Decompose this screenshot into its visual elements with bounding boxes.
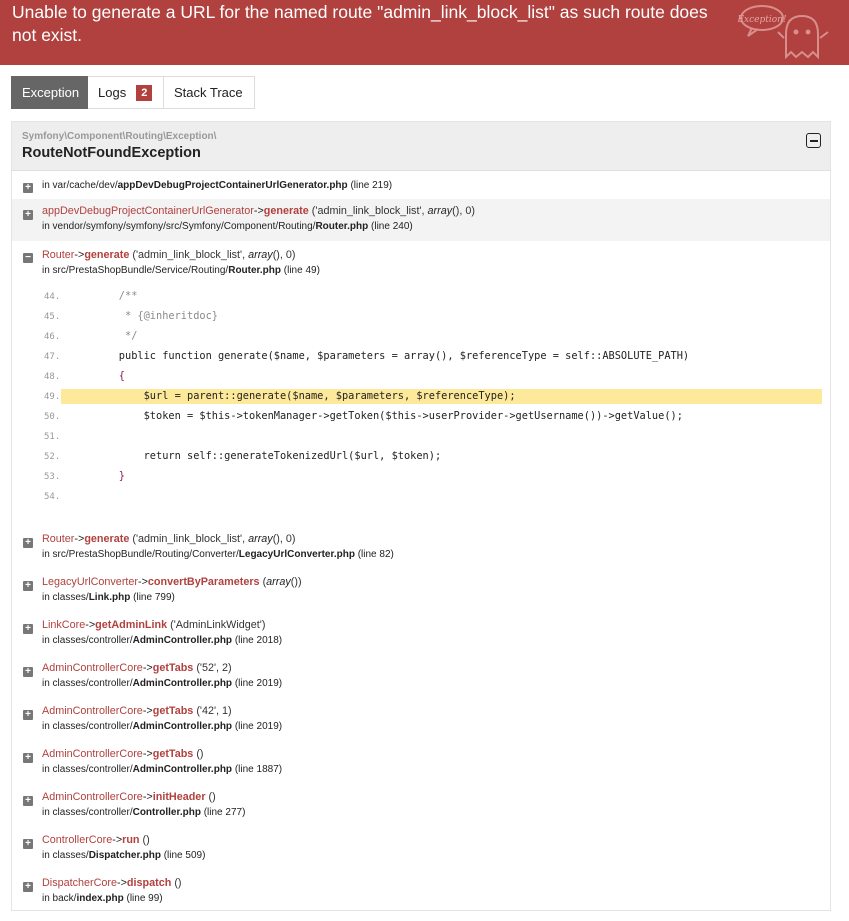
expand-icon[interactable]: +: [23, 710, 33, 720]
trace-call: AdminControllerCore->initHeader (): [42, 791, 216, 803]
trace-item: + AdminControllerCore->getTabs () in cla…: [12, 741, 830, 781]
trace-location: in classes/Dispatcher.php (line 509): [42, 850, 206, 861]
code-line: 46. */: [44, 330, 138, 342]
exception-namespace: Symfony\Component\Routing\Exception\: [22, 131, 217, 142]
tab-exception[interactable]: Exception: [11, 76, 88, 109]
trace-location: in classes/controller/AdminController.ph…: [42, 678, 283, 689]
code-line: 51.: [44, 432, 61, 442]
trace-call: Router->generate ('admin_link_block_list…: [42, 533, 296, 545]
code-line: 50. $token = $this->tokenManager->getTok…: [44, 410, 683, 422]
code-line: 45. * {@inheritdoc}: [44, 310, 218, 322]
exception-panel: Symfony\Component\Routing\Exception\ Rou…: [11, 121, 831, 911]
tab-logs[interactable]: Logs 2: [88, 76, 164, 109]
trace-item: + ControllerCore->run () in classes/Disp…: [12, 827, 830, 867]
trace-location: in src/PrestaShopBundle/Service/Routing/…: [42, 265, 320, 276]
trace-item-expanded: − Router->generate ('admin_link_block_li…: [12, 243, 830, 283]
trace-location: in classes/controller/AdminController.ph…: [42, 635, 283, 646]
exception-header: Symfony\Component\Routing\Exception\ Rou…: [12, 122, 830, 171]
trace-call: AdminControllerCore->getTabs ('52', 2): [42, 662, 232, 674]
trace-item: + Router->generate ('admin_link_block_li…: [12, 526, 830, 566]
ghost-label: Exception!: [738, 15, 787, 25]
trace-location: in vendor/symfony/symfony/src/Symfony/Co…: [42, 221, 413, 232]
trace-call: AdminControllerCore->getTabs (): [42, 748, 204, 760]
tab-bar: Exception Logs 2 Stack Trace: [11, 76, 255, 109]
trace-location: in var/cache/dev/appDevDebugProjectConta…: [42, 180, 393, 191]
tab-logs-label: Logs: [98, 85, 127, 100]
expand-icon[interactable]: +: [23, 796, 33, 806]
trace-call: Router->generate ('admin_link_block_list…: [42, 249, 296, 261]
trace-item: + DispatcherCore->dispatch () in back/in…: [12, 870, 830, 910]
code-line: 48. {: [44, 370, 125, 382]
tab-stack-trace-label: Stack Trace: [174, 85, 243, 100]
trace-call: LegacyUrlConverter->convertByParameters …: [42, 576, 302, 588]
trace-location: in classes/controller/AdminController.ph…: [42, 764, 283, 775]
trace-call: LinkCore->getAdminLink ('AdminLinkWidget…: [42, 619, 266, 631]
trace-location: in classes/Link.php (line 799): [42, 592, 175, 603]
trace-call: AdminControllerCore->getTabs ('42', 1): [42, 705, 232, 717]
trace-location: in src/PrestaShopBundle/Routing/Converte…: [42, 549, 394, 560]
trace-item: + AdminControllerCore->initHeader () in …: [12, 784, 830, 824]
trace-item: + AdminControllerCore->getTabs ('42', 1)…: [12, 698, 830, 738]
expand-icon[interactable]: +: [23, 210, 33, 220]
error-message: Unable to generate a URL for the named r…: [12, 2, 708, 45]
exception-class: RouteNotFoundException: [22, 145, 201, 161]
expand-icon[interactable]: +: [23, 753, 33, 763]
code-line-highlighted: 49. $url = parent::generate($name, $para…: [12, 387, 830, 407]
expand-icon[interactable]: +: [23, 839, 33, 849]
code-line: 44. /**: [44, 290, 138, 302]
code-line: 54.: [44, 492, 61, 502]
expand-icon[interactable]: +: [23, 624, 33, 634]
expand-icon[interactable]: +: [23, 538, 33, 548]
trace-location: in back/index.php (line 99): [42, 893, 163, 904]
error-header: Unable to generate a URL for the named r…: [0, 0, 849, 65]
trace-location: in classes/controller/AdminController.ph…: [42, 721, 283, 732]
expand-icon[interactable]: +: [23, 581, 33, 591]
trace-item: + AdminControllerCore->getTabs ('52', 2)…: [12, 655, 830, 695]
tab-exception-label: Exception: [22, 85, 80, 100]
code-line: 47. public function generate($name, $par…: [44, 350, 690, 362]
collapse-icon[interactable]: −: [23, 253, 33, 263]
collapse-toggle-icon[interactable]: [806, 133, 821, 148]
tab-stack-trace[interactable]: Stack Trace: [164, 76, 255, 109]
expand-icon[interactable]: +: [23, 183, 33, 193]
trace-location: in classes/controller/Controller.php (li…: [42, 807, 246, 818]
expand-icon[interactable]: +: [23, 667, 33, 677]
trace-call: appDevDebugProjectContainerUrlGenerator-…: [42, 205, 475, 217]
trace-call: DispatcherCore->dispatch (): [42, 877, 182, 889]
logs-count-badge: 2: [136, 84, 153, 101]
trace-item: + LinkCore->getAdminLink ('AdminLinkWidg…: [12, 612, 830, 652]
trace-item: + in var/cache/dev/appDevDebugProjectCon…: [12, 172, 830, 199]
code-line: 53. }: [44, 470, 125, 482]
trace-item: + LegacyUrlConverter->convertByParameter…: [12, 569, 830, 609]
exception-ghost-icon: Exception!: [738, 5, 829, 60]
code-line: 52. return self::generateTokenizedUrl($u…: [44, 450, 442, 462]
trace-call: ControllerCore->run (): [42, 834, 150, 846]
trace-item: + appDevDebugProjectContainerUrlGenerato…: [12, 199, 830, 241]
expand-icon[interactable]: +: [23, 882, 33, 892]
